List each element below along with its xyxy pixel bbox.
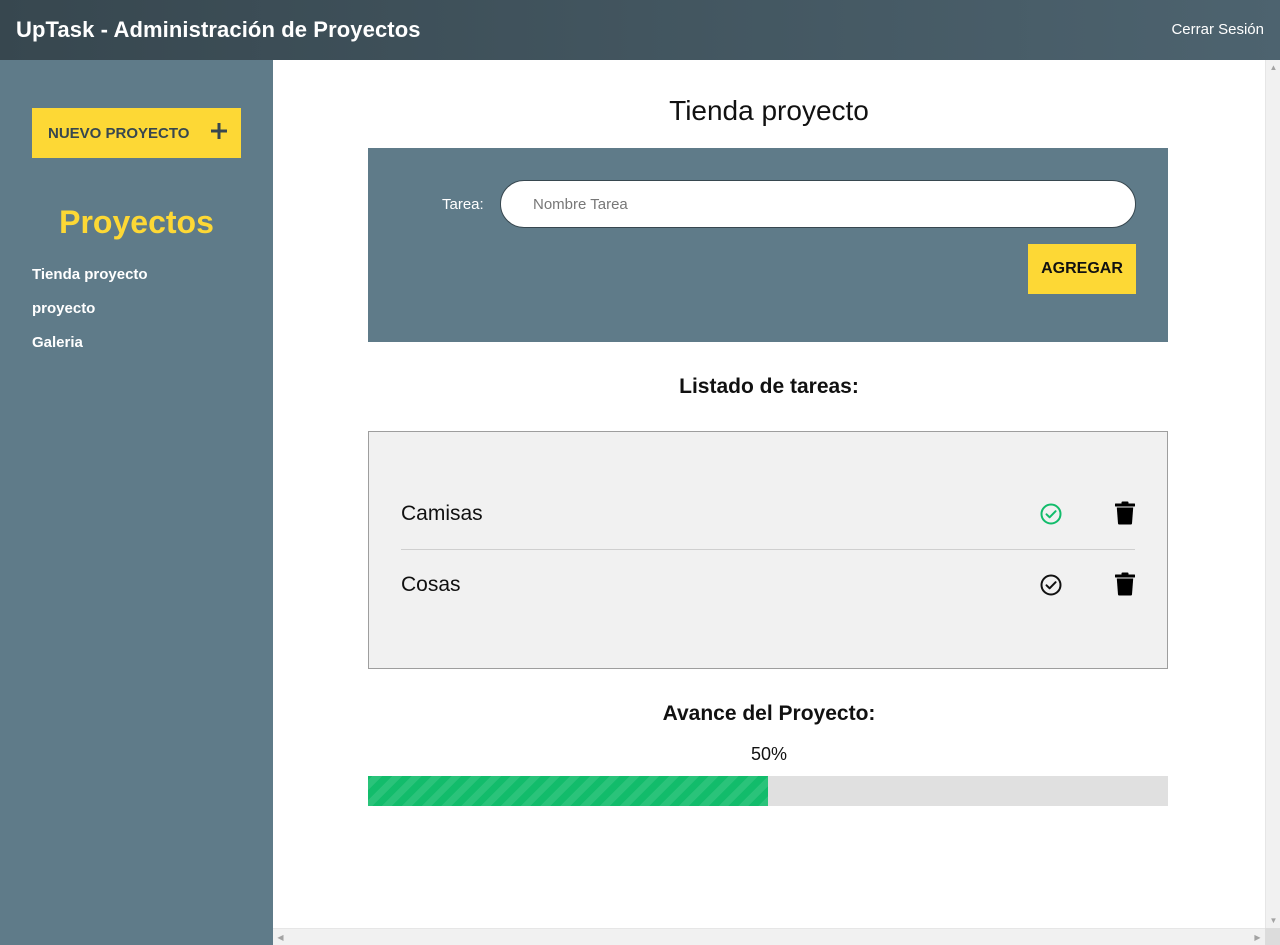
add-task-button[interactable]: AGREGAR	[1028, 244, 1136, 294]
horizontal-scrollbar[interactable]: ◀ ▶	[273, 928, 1265, 945]
task-list-heading: Listado de tareas:	[679, 375, 859, 398]
scroll-up-arrow-icon[interactable]: ▲	[1266, 60, 1280, 75]
trash-icon[interactable]	[1114, 572, 1136, 596]
progress-bar-fill	[368, 776, 768, 806]
main-content: Tienda proyecto Tarea: AGREGAR Listado d…	[273, 60, 1265, 928]
progress-heading: Avance del Proyecto:	[662, 702, 876, 725]
scrollbar-corner	[1265, 928, 1280, 945]
check-circle-icon[interactable]	[1039, 502, 1063, 526]
project-link[interactable]: Tienda proyecto	[32, 266, 148, 300]
add-task-form: Tarea: AGREGAR	[368, 148, 1168, 342]
project-link[interactable]: Galeria	[32, 334, 148, 368]
task-row: Cosas	[401, 551, 1135, 621]
sidebar: NUEVO PROYECTO Proyectos Tienda proyecto…	[0, 60, 273, 945]
scroll-right-arrow-icon[interactable]: ▶	[1250, 930, 1265, 945]
task-name: Camisas	[401, 502, 483, 525]
project-list: Tienda proyecto proyecto Galeria	[32, 266, 148, 368]
scroll-left-arrow-icon[interactable]: ◀	[273, 930, 288, 945]
progress-bar	[368, 776, 1168, 806]
scroll-down-arrow-icon[interactable]: ▼	[1266, 913, 1280, 928]
task-name: Cosas	[401, 573, 461, 596]
task-name-input[interactable]	[500, 180, 1136, 228]
logout-link[interactable]: Cerrar Sesión	[1171, 21, 1264, 38]
vertical-scrollbar[interactable]: ▲ ▼	[1265, 60, 1280, 928]
top-bar: UpTask - Administración de Proyectos Cer…	[0, 0, 1280, 60]
progress-percent: 50%	[750, 744, 788, 764]
new-project-button[interactable]: NUEVO PROYECTO	[32, 108, 241, 158]
projects-heading: Proyectos	[59, 204, 214, 240]
app-title: UpTask - Administración de Proyectos	[16, 17, 421, 42]
trash-icon[interactable]	[1114, 501, 1136, 525]
plus-icon	[211, 123, 227, 139]
task-label: Tarea:	[442, 196, 484, 213]
task-list: Camisas Cosas	[368, 431, 1168, 669]
new-project-label: NUEVO PROYECTO	[48, 124, 190, 142]
task-row: Camisas	[401, 480, 1135, 550]
project-title: Tienda proyecto	[669, 95, 869, 126]
project-link[interactable]: proyecto	[32, 300, 148, 334]
check-circle-icon[interactable]	[1039, 573, 1063, 597]
